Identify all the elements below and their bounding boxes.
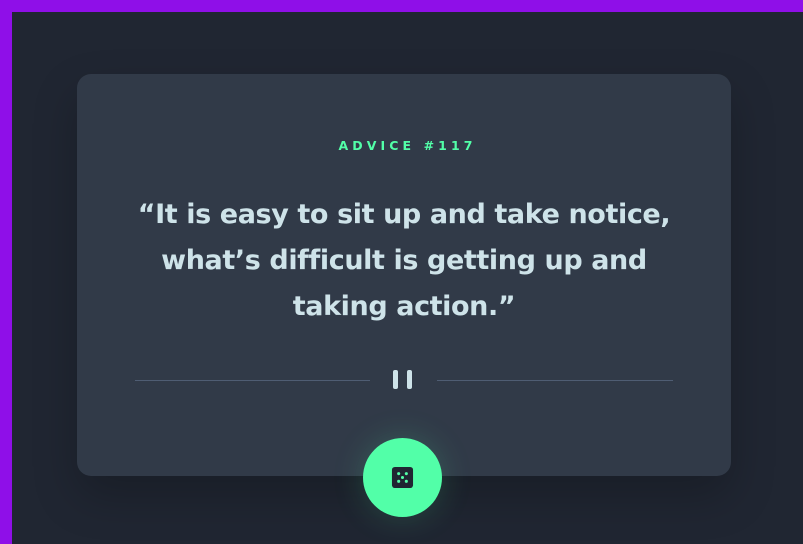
- dice-icon: [391, 466, 414, 489]
- advice-number-label: ADVICE #117: [338, 138, 477, 153]
- pause-icon: [393, 370, 415, 390]
- divider-right-line: [437, 380, 673, 381]
- pause-bar-right: [407, 370, 412, 389]
- new-advice-dice-button[interactable]: [363, 438, 442, 517]
- advice-app-screen: ADVICE #117 “It is easy to sit up and ta…: [12, 12, 803, 544]
- pause-bar-left: [393, 370, 398, 389]
- divider-left-line: [135, 380, 370, 381]
- advice-quote-text: “It is easy to sit up and take notice, w…: [137, 199, 671, 322]
